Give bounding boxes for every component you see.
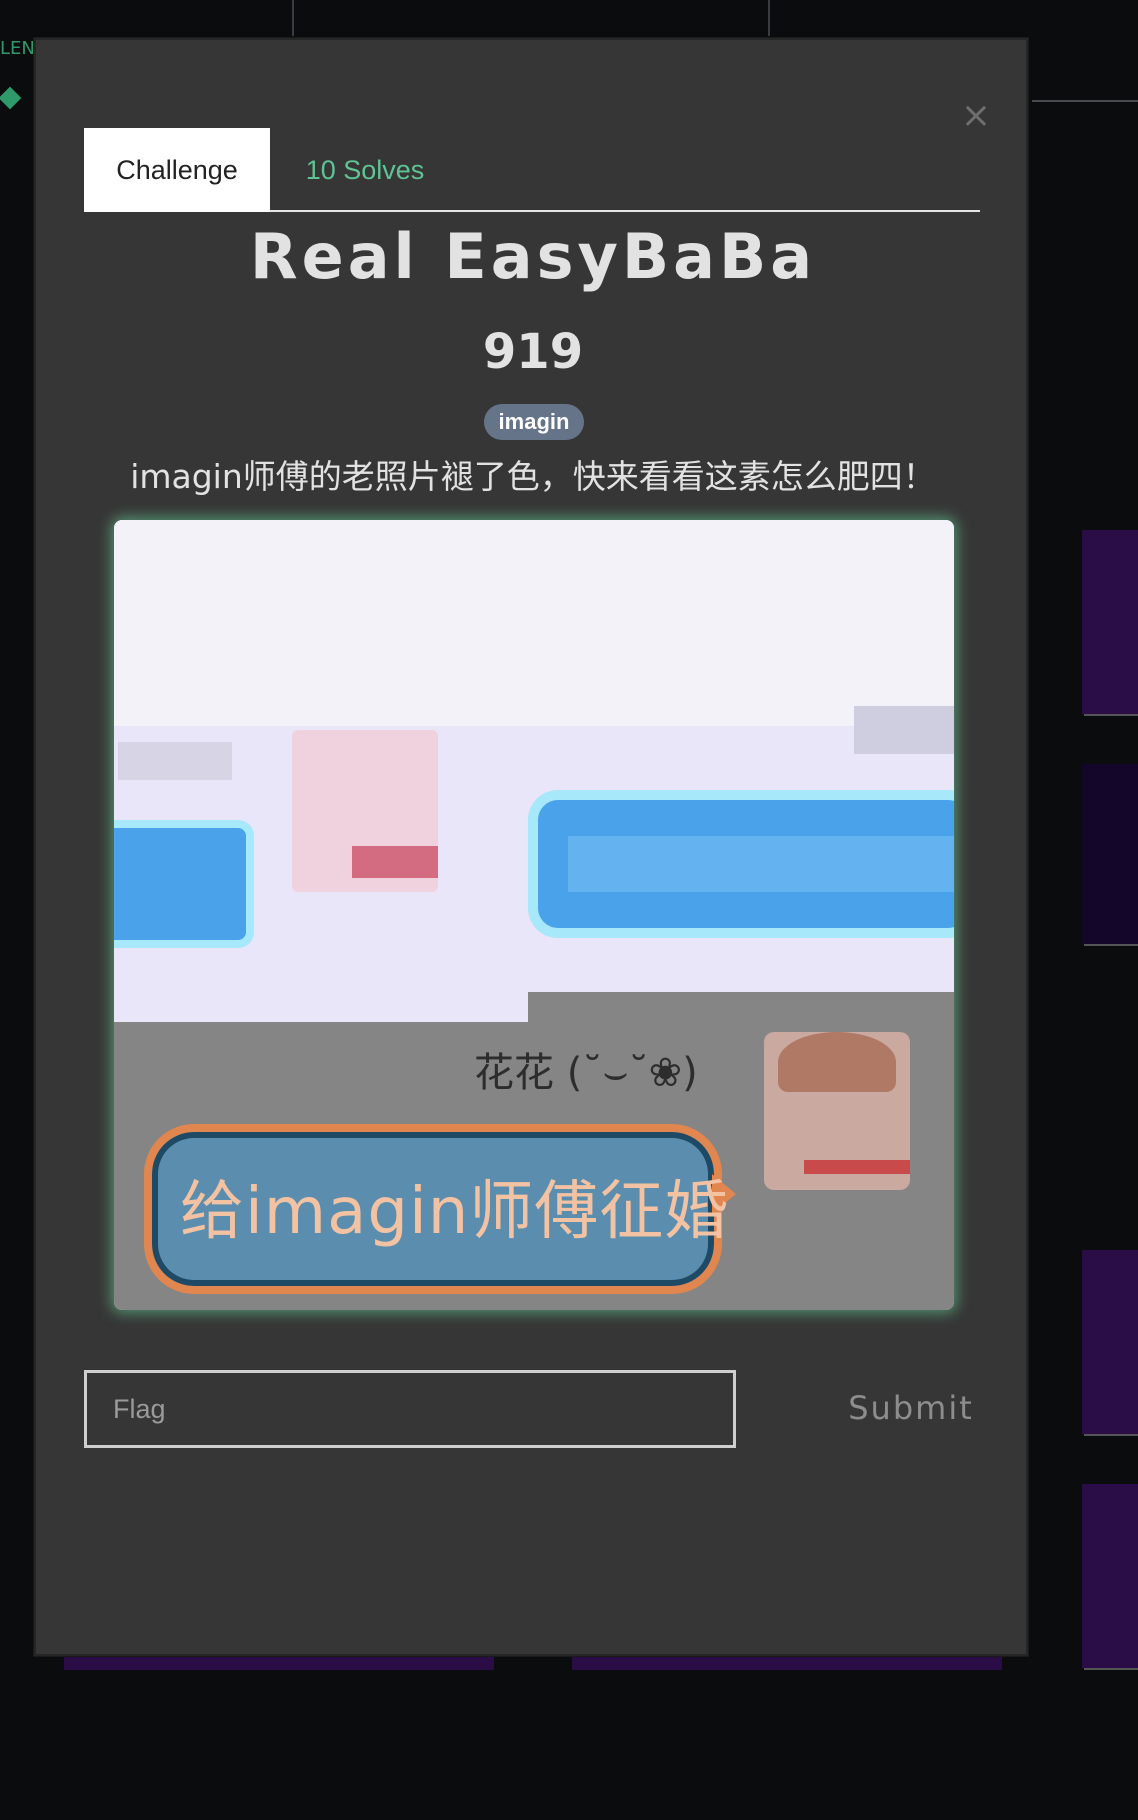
bg-card-edge (64, 1656, 494, 1670)
image-bubble-blurred-text (568, 836, 954, 892)
bg-challenge-card[interactable] (1082, 1250, 1138, 1434)
bg-card-edge (572, 1656, 1002, 1670)
image-speech-text: 给imagin师傅征婚 (180, 1175, 730, 1249)
bg-challenge-card[interactable] (1082, 1484, 1138, 1668)
bg-challenge-card[interactable] (1082, 530, 1138, 714)
challenge-image: 花花 (˘⌣˘❀) 给imagin师傅征婚 (114, 520, 954, 1310)
tab-challenge[interactable]: Challenge (84, 128, 270, 212)
image-avatar-hair (778, 1032, 896, 1092)
image-blurred-name (854, 706, 954, 754)
image-avatar-detail (804, 1160, 910, 1174)
bg-challenge-card[interactable] (1082, 764, 1138, 944)
image-avatar (292, 730, 438, 892)
flag-input[interactable] (84, 1370, 736, 1448)
challenge-title: Real EasyBaBa (249, 220, 817, 293)
challenge-points: 919 (482, 324, 584, 380)
challenge-tag: imagin (484, 404, 584, 440)
image-chat-bubble (114, 820, 254, 948)
image-chat-bubble (528, 790, 954, 938)
bg-divider-1 (292, 0, 294, 36)
submit-button[interactable]: Submit (836, 1378, 986, 1438)
image-sender-name: 花花 (˘⌣˘❀) (474, 1050, 698, 1096)
modal-tabs: Challenge 10 Solves (84, 90, 980, 212)
image-blurred-name (118, 742, 232, 780)
challenge-modal: × Challenge 10 Solves Real EasyBaBa 919 … (34, 38, 1028, 1656)
image-chat-area-edge (114, 992, 528, 1022)
bg-horizontal-line (1032, 100, 1138, 102)
image-faded-area-edge (528, 992, 954, 1022)
tab-solves[interactable]: 10 Solves (270, 128, 460, 212)
bg-divider-2 (768, 0, 770, 36)
bg-diamond-icon (0, 86, 22, 110)
bg-category-label: LEN (0, 38, 35, 59)
challenge-description: imagin师傅的老照片褪了色，快来看看这素怎么肥四！ (130, 457, 936, 496)
image-avatar-detail (352, 846, 438, 878)
image-avatar (764, 1032, 910, 1190)
image-top-band (114, 520, 954, 726)
